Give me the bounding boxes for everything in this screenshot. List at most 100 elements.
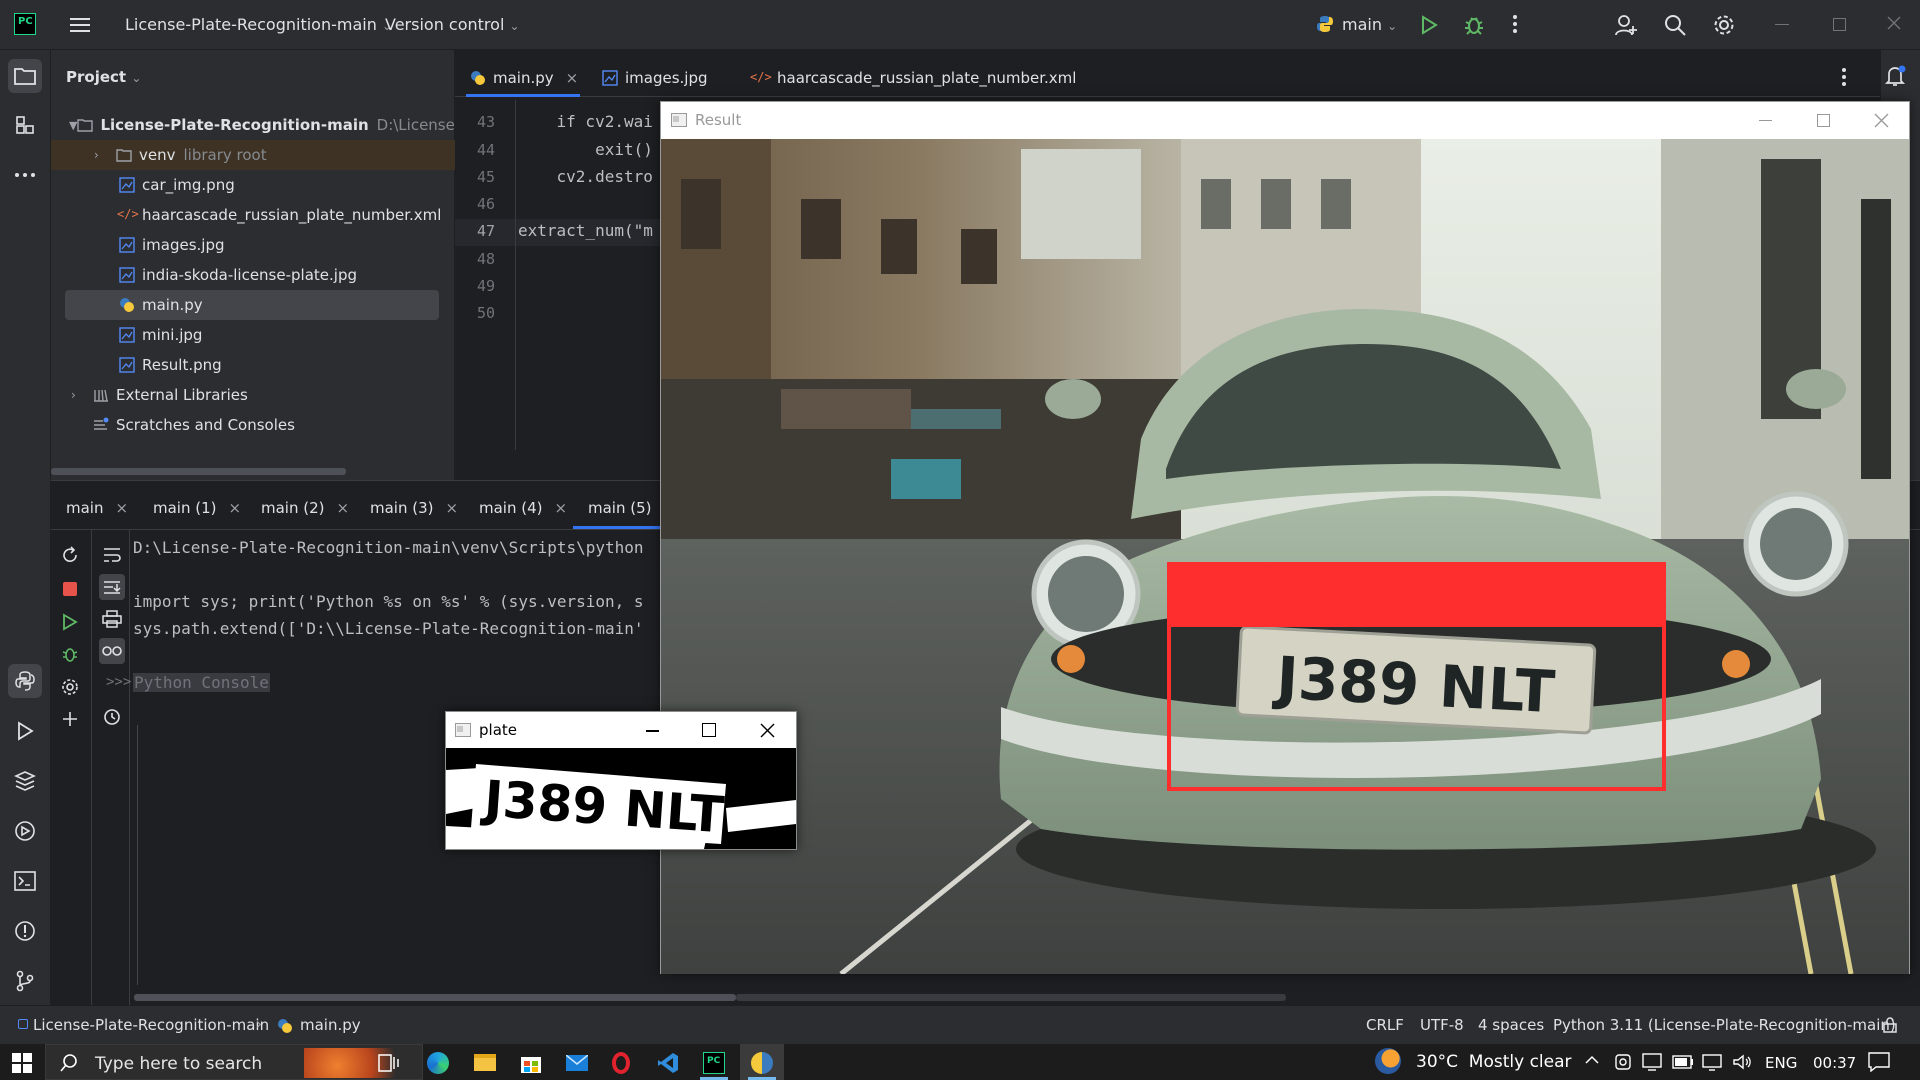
result-close-button[interactable] (1874, 113, 1889, 128)
tree-file-item[interactable]: images.jpg (51, 230, 455, 260)
lock-icon[interactable] (1882, 1017, 1898, 1033)
windows-start-icon[interactable] (12, 1053, 32, 1073)
close-tab-icon[interactable]: × (115, 499, 128, 517)
code-line[interactable]: extract_num("m (518, 221, 660, 240)
input-language[interactable]: ENG (1765, 1054, 1797, 1072)
tree-root-folder[interactable]: ▼ License-Plate-Recognition-main D:\Lice… (51, 110, 498, 140)
add-user-icon[interactable] (1614, 13, 1638, 37)
git-icon[interactable] (8, 964, 42, 998)
clock-time[interactable]: 00:37 (1813, 1054, 1856, 1072)
pycharm-taskbar-icon[interactable]: PC (703, 1052, 725, 1074)
settings-gear-icon[interactable] (1713, 14, 1735, 36)
tab-images-jpg[interactable]: images.jpg (602, 62, 708, 94)
soft-wrap-icon[interactable] (102, 546, 122, 564)
tree-scratches[interactable]: Scratches and Consoles (51, 410, 455, 440)
project-folder-icon[interactable] (8, 59, 42, 93)
run-tab[interactable]: main (1) × (153, 495, 241, 521)
tree-file-item[interactable]: Result.png (51, 350, 455, 380)
battery-icon[interactable] (1672, 1055, 1694, 1069)
structure-icon[interactable] (8, 108, 42, 142)
tray-device-icon[interactable] (1614, 1053, 1632, 1071)
hamburger-menu-icon[interactable] (70, 16, 90, 34)
horizontal-scrollbar[interactable] (51, 468, 346, 475)
tree-file-item[interactable]: india-skoda-license-plate.jpg (51, 260, 455, 290)
tab-main-py[interactable]: main.py × (470, 62, 578, 94)
run-tab-active[interactable]: main (5) (588, 495, 652, 521)
console-settings-icon[interactable] (61, 678, 79, 696)
run-again-icon[interactable] (62, 613, 78, 631)
python-app-taskbar-button[interactable] (740, 1044, 784, 1080)
project-selector[interactable]: License-Plate-Recognition-main ⌄ (125, 15, 392, 34)
run-tab[interactable]: main (2) × (261, 495, 349, 521)
opera-browser-icon[interactable] (612, 1052, 630, 1074)
close-window-button[interactable] (1886, 15, 1902, 31)
stop-icon[interactable] (63, 582, 77, 596)
restore-window-button[interactable] (1833, 18, 1846, 31)
python-console-icon[interactable] (8, 664, 42, 698)
show-variables-icon[interactable] (99, 638, 125, 664)
tab-haarcascade-xml[interactable]: </> haarcascade_russian_plate_number.xml (750, 62, 1076, 94)
tree-file-item[interactable]: </> haarcascade_russian_plate_number.xml (51, 200, 455, 230)
run-tab[interactable]: main (4) × (479, 495, 567, 521)
tray-network-icon[interactable] (1642, 1053, 1662, 1071)
weather-text[interactable]: 30°C Mostly clear (1416, 1052, 1572, 1072)
close-tab-icon[interactable]: × (446, 499, 459, 517)
code-line[interactable]: cv2.destro (518, 167, 660, 186)
history-icon[interactable] (103, 708, 121, 726)
rerun-icon[interactable] (61, 546, 79, 564)
terminal-icon[interactable] (8, 864, 42, 898)
plate-maximize-button[interactable] (702, 723, 716, 737)
run-icon[interactable] (1420, 15, 1438, 35)
breadcrumb-file[interactable]: main.py (300, 1016, 361, 1034)
add-console-icon[interactable] (62, 711, 78, 727)
result-maximize-button[interactable] (1817, 114, 1830, 127)
print-icon[interactable] (102, 610, 122, 628)
more-tools-icon[interactable] (8, 158, 42, 192)
tree-venv-folder[interactable]: › venv library root (51, 140, 455, 170)
close-tab-icon[interactable]: × (337, 499, 350, 517)
plate-close-button[interactable] (760, 723, 775, 738)
services-icon[interactable] (8, 814, 42, 848)
more-actions-icon[interactable] (1513, 15, 1517, 33)
tree-file-item[interactable]: car_img.png (51, 170, 455, 200)
search-icon[interactable] (1664, 14, 1686, 36)
edge-browser-icon[interactable] (427, 1052, 449, 1074)
minimize-window-button[interactable] (1775, 24, 1789, 25)
volume-icon[interactable] (1732, 1053, 1752, 1071)
taskbar-search-box[interactable]: Type here to search (45, 1044, 423, 1080)
microsoft-store-icon[interactable] (520, 1052, 542, 1074)
close-tab-icon[interactable]: × (229, 499, 242, 517)
version-control-menu[interactable]: Version control ⌄ (385, 15, 520, 34)
task-view-icon[interactable] (378, 1053, 400, 1073)
python-console-input[interactable]: Python Console (133, 673, 270, 692)
file-explorer-icon[interactable] (474, 1054, 496, 1071)
indent-indicator[interactable]: 4 spaces (1478, 1016, 1544, 1034)
close-tab-icon[interactable]: × (566, 69, 579, 87)
debug-icon[interactable] (1463, 14, 1485, 36)
result-window-titlebar[interactable]: Result (661, 102, 1909, 139)
console-horizontal-scrollbar[interactable] (134, 994, 736, 1001)
code-line[interactable]: exit() (518, 140, 660, 159)
tree-file-item-selected[interactable]: main.py (65, 290, 439, 320)
run-tool-icon[interactable] (8, 714, 42, 748)
problems-icon[interactable] (8, 914, 42, 948)
tree-external-libraries[interactable]: › External Libraries (51, 380, 455, 410)
scroll-to-end-icon[interactable] (99, 574, 125, 600)
code-line[interactable]: if cv2.wai (518, 112, 660, 131)
interpreter-indicator[interactable]: Python 3.11 (License-Plate-Recognition-m… (1553, 1016, 1896, 1034)
line-separator-indicator[interactable]: CRLF (1366, 1016, 1404, 1034)
encoding-indicator[interactable]: UTF-8 (1420, 1016, 1464, 1034)
wifi-display-icon[interactable] (1702, 1053, 1722, 1071)
result-minimize-button[interactable] (1759, 120, 1772, 121)
mail-icon[interactable] (566, 1055, 588, 1071)
plate-window-titlebar[interactable]: plate (446, 712, 796, 748)
run-tab[interactable]: main (3) × (370, 495, 458, 521)
project-panel-title[interactable]: Project ⌄ (66, 68, 141, 86)
vscode-icon[interactable] (657, 1052, 679, 1074)
tree-file-item[interactable]: mini.jpg (51, 320, 455, 350)
notification-center-icon[interactable] (1868, 1052, 1890, 1072)
run-config-selector[interactable]: main ⌄ (1342, 15, 1397, 34)
chevron-up-icon[interactable] (1585, 1055, 1599, 1065)
debug-small-icon[interactable] (61, 645, 79, 663)
notifications-bell-icon[interactable] (1884, 64, 1908, 88)
